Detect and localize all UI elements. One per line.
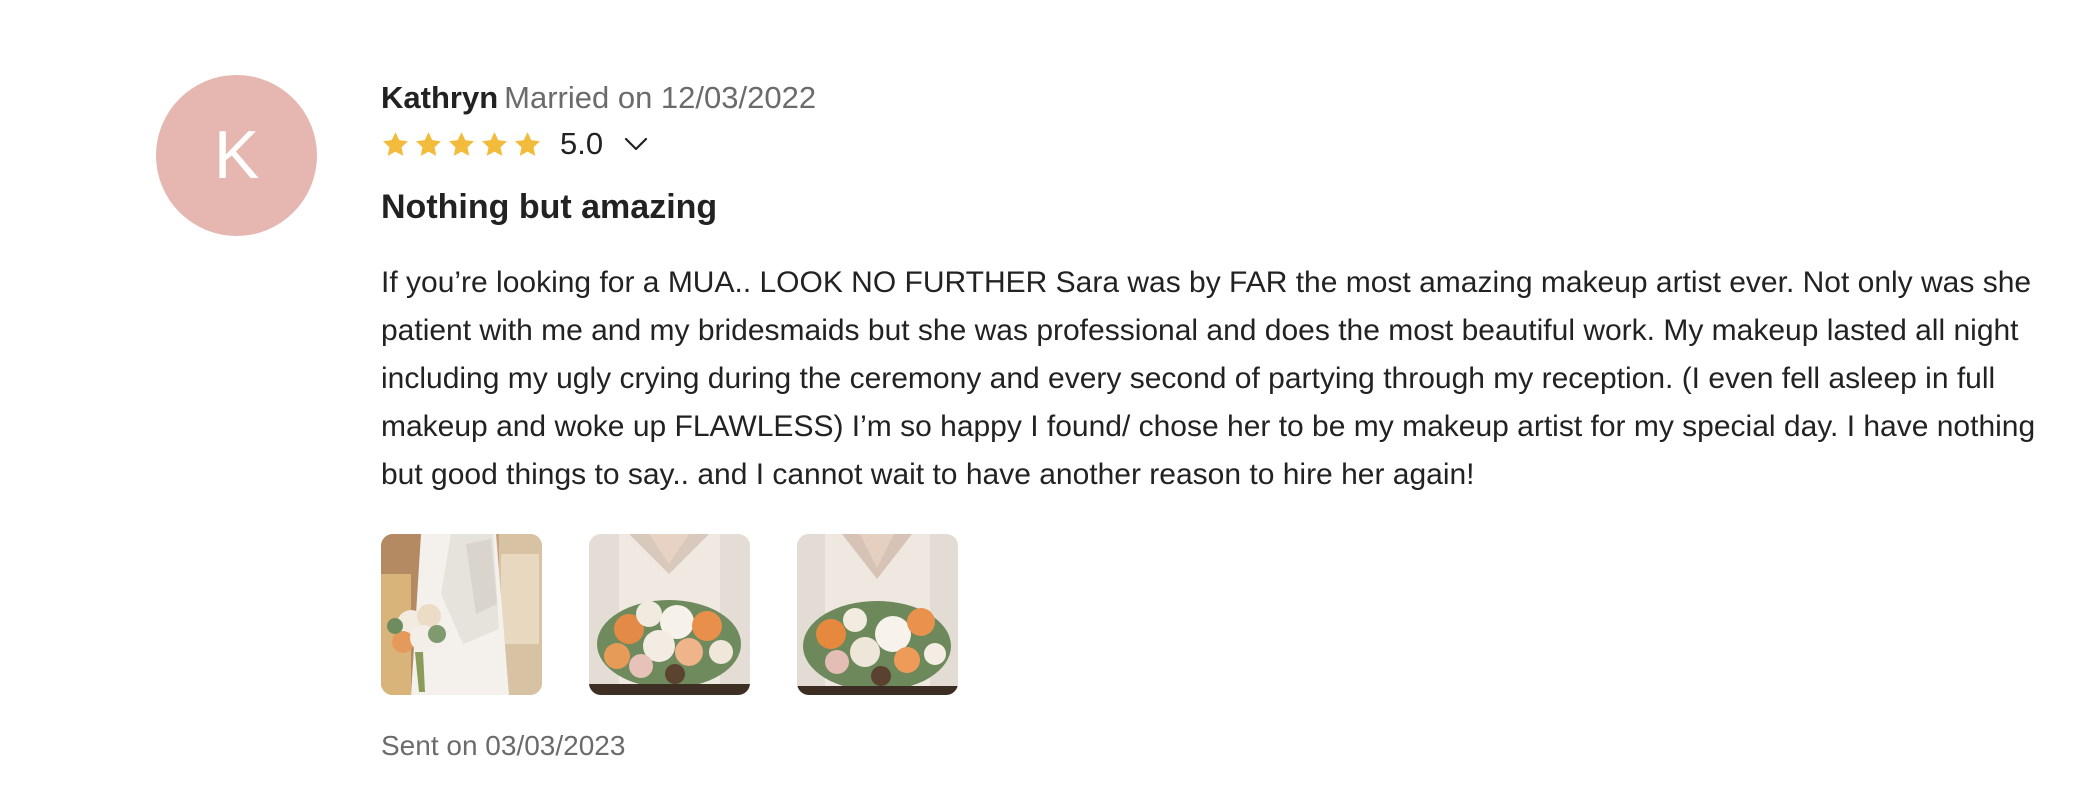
review-title: Nothing but amazing xyxy=(381,188,718,226)
review-photo[interactable] xyxy=(589,534,750,695)
rating-value: 5.0 xyxy=(560,126,604,161)
review-photo[interactable] xyxy=(381,534,542,695)
review-header: Kathryn Married on 12/03/2022 xyxy=(381,76,2041,120)
star-icon xyxy=(513,130,542,159)
star-icon xyxy=(381,130,410,159)
married-date: Married on 12/03/2022 xyxy=(504,80,817,115)
avatar: K xyxy=(156,75,317,236)
review-photo[interactable] xyxy=(797,534,958,695)
review-content: Kathryn Married on 12/03/2022 5.0 Nothing… xyxy=(381,76,2041,764)
sent-date: Sent on 03/03/2023 xyxy=(381,730,626,761)
review-card: K Kathryn Married on 12/03/2022 5.0 Nothi… xyxy=(0,0,2100,804)
author-name: Kathryn xyxy=(381,80,499,115)
rating-row: 5.0 xyxy=(381,122,2041,166)
star-icon xyxy=(447,130,476,159)
review-body: If you’re looking for a MUA.. LOOK NO FU… xyxy=(381,266,2036,491)
star-rating xyxy=(381,130,542,159)
star-icon xyxy=(480,130,509,159)
chevron-down-icon[interactable] xyxy=(623,131,649,157)
star-icon xyxy=(414,130,443,159)
review-photos xyxy=(381,534,2041,695)
